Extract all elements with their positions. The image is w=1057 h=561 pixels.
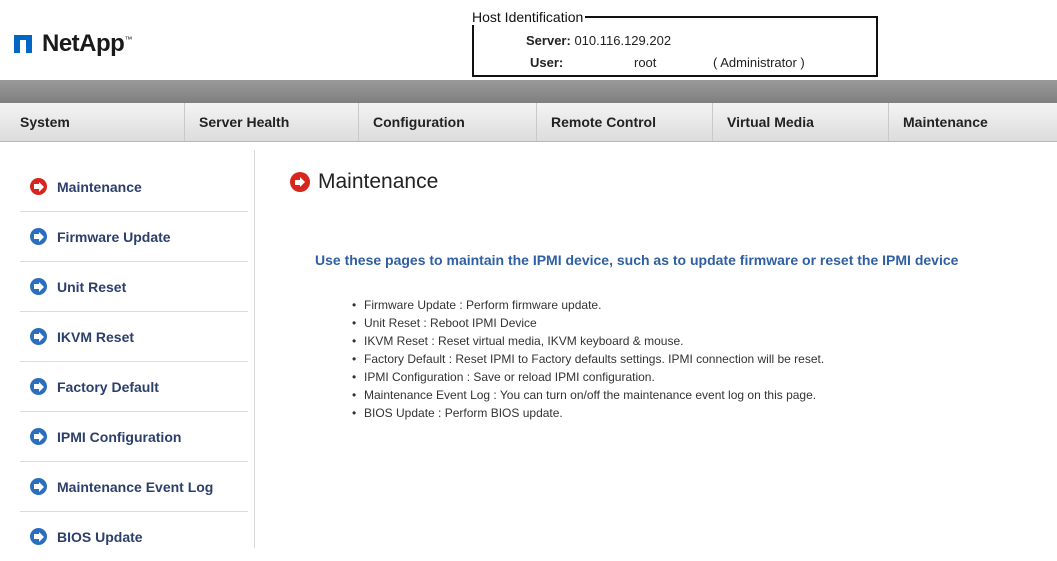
page-title: Maintenance (290, 170, 438, 194)
sidebar-divider (254, 150, 255, 548)
user-row: User: root ( Administrator ) (530, 55, 805, 70)
user-label: User: (530, 55, 564, 70)
host-identification-legend: Host Identification (470, 9, 586, 25)
arrow-right-circle-icon (30, 178, 47, 195)
arrow-right-circle-icon (30, 478, 47, 495)
netapp-logo-icon (14, 35, 36, 53)
server-value: 010.116.129.202 (574, 33, 672, 48)
arrow-right-circle-icon (30, 428, 47, 445)
nav-configuration[interactable]: Configuration (358, 103, 536, 141)
host-identification-box: Host Identification Server: 010.116.129.… (470, 9, 878, 77)
arrow-right-circle-icon (30, 278, 47, 295)
list-item: Maintenance Event Log : You can turn on/… (352, 386, 824, 404)
sidebar-item-label: IKVM Reset (57, 328, 135, 345)
sidebar-item-label: Unit Reset (57, 278, 127, 295)
sidebar-item-label: Factory Default (57, 378, 159, 395)
list-item: Factory Default : Reset IPMI to Factory … (352, 350, 824, 368)
brand-trademark: ™ (124, 35, 132, 44)
arrow-right-circle-icon (290, 172, 310, 192)
sidebar-item-maintenance[interactable]: Maintenance (20, 162, 248, 212)
sidebar-item-unit-reset[interactable]: Unit Reset (20, 262, 248, 312)
server-row: Server: 010.116.129.202 (526, 33, 671, 48)
nav-maintenance[interactable]: Maintenance (888, 103, 1057, 141)
arrow-right-circle-icon (30, 528, 47, 545)
list-item: IKVM Reset : Reset virtual media, IKVM k… (352, 332, 824, 350)
list-item: IPMI Configuration : Save or reload IPMI… (352, 368, 824, 386)
arrow-right-circle-icon (30, 228, 47, 245)
nav-remote-control[interactable]: Remote Control (536, 103, 712, 141)
main-nav: System Server Health Configuration Remot… (0, 103, 1057, 142)
user-role: ( Administrator ) (713, 55, 805, 70)
page-description: Use these pages to maintain the IPMI dev… (315, 252, 959, 268)
list-item: BIOS Update : Perform BIOS update. (352, 404, 824, 422)
arrow-right-circle-icon (30, 378, 47, 395)
arrow-right-circle-icon (30, 328, 47, 345)
server-label: Server: (526, 33, 571, 48)
sidebar-item-label: Maintenance (57, 178, 142, 195)
sidebar-item-label: BIOS Update (57, 528, 143, 545)
sidebar-item-label: Firmware Update (57, 228, 171, 245)
list-item: Firmware Update : Perform firmware updat… (352, 296, 824, 314)
sidebar-item-ipmi-configuration[interactable]: IPMI Configuration (20, 412, 248, 462)
nav-server-health[interactable]: Server Health (184, 103, 358, 141)
sidebar: Maintenance Firmware Update Unit Reset I… (20, 162, 248, 561)
header-divider-bar (0, 80, 1057, 103)
sidebar-item-maintenance-event-log[interactable]: Maintenance Event Log (20, 462, 248, 512)
nav-virtual-media[interactable]: Virtual Media (712, 103, 888, 141)
sidebar-item-label: Maintenance Event Log (57, 478, 214, 495)
netapp-logo: NetApp™ (14, 30, 132, 58)
sidebar-item-ikvm-reset[interactable]: IKVM Reset (20, 312, 248, 362)
sidebar-item-firmware-update[interactable]: Firmware Update (20, 212, 248, 262)
header: NetApp™ Host Identification Server: 010.… (0, 0, 1057, 80)
sidebar-item-bios-update[interactable]: BIOS Update (20, 512, 248, 561)
sidebar-item-label: IPMI Configuration (57, 428, 182, 445)
sidebar-item-factory-default[interactable]: Factory Default (20, 362, 248, 412)
maintenance-options-list: Firmware Update : Perform firmware updat… (352, 296, 824, 422)
user-value: root (634, 55, 657, 70)
nav-system[interactable]: System (0, 103, 184, 141)
page-title-text: Maintenance (318, 170, 439, 193)
brand-name: NetApp (42, 30, 125, 57)
list-item: Unit Reset : Reboot IPMI Device (352, 314, 824, 332)
